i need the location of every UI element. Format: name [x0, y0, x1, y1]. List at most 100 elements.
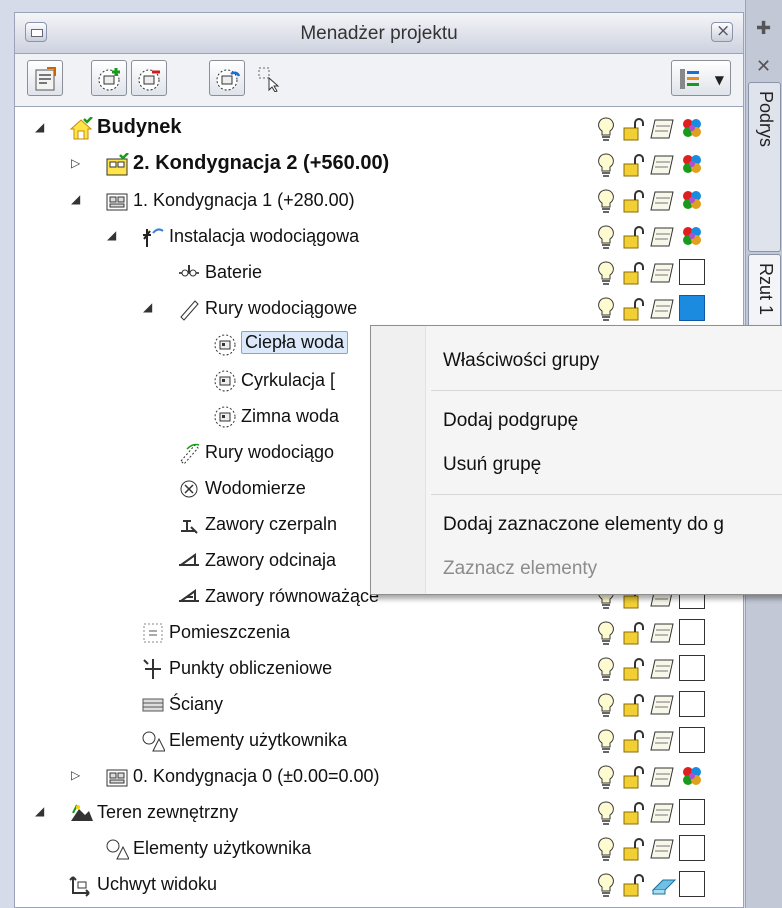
print-icon[interactable]: [649, 116, 677, 147]
color-swatch[interactable]: [679, 259, 705, 285]
collapse-arrow-icon[interactable]: ◢: [143, 300, 157, 314]
add-group-button[interactable]: [91, 60, 127, 96]
collapse-arrow-icon[interactable]: ◢: [71, 192, 85, 206]
tree-row[interactable]: ▷ 2. Kondygnacja 2 (+560.00): [15, 147, 743, 183]
print-icon[interactable]: [649, 152, 677, 183]
expand-arrow-icon[interactable]: ▷: [71, 156, 85, 170]
collapse-arrow-icon[interactable]: ◢: [35, 120, 49, 134]
lock-icon[interactable]: [621, 224, 647, 255]
color-swatch[interactable]: [679, 295, 705, 321]
tree-item-label[interactable]: 1. Kondygnacja 1 (+280.00): [133, 190, 355, 211]
color-swatch[interactable]: [679, 619, 705, 645]
lock-icon[interactable]: [621, 620, 647, 651]
tree-item-label[interactable]: Budynek: [97, 116, 181, 139]
visibility-bulb-icon[interactable]: [595, 188, 617, 219]
lock-icon[interactable]: [621, 800, 647, 831]
print-icon[interactable]: [649, 260, 677, 291]
tree-item-label[interactable]: Uchwyt widoku: [97, 874, 217, 895]
multicolor-icon[interactable]: [679, 115, 705, 141]
properties-button[interactable]: [27, 60, 63, 96]
multicolor-icon[interactable]: [679, 763, 705, 789]
tree-row[interactable]: Elementy użytkownika: [15, 831, 743, 867]
print-icon[interactable]: [649, 692, 677, 723]
visibility-bulb-icon[interactable]: [595, 836, 617, 867]
tree-item-label[interactable]: Rury wodociągowe: [205, 298, 357, 319]
print-icon[interactable]: [649, 620, 677, 651]
tree-row[interactable]: ◢ Rury wodociągowe: [15, 291, 743, 327]
print-icon[interactable]: [649, 800, 677, 831]
tree-row[interactable]: Uchwyt widoku: [15, 867, 743, 903]
lock-icon[interactable]: [621, 836, 647, 867]
print-icon[interactable]: [649, 656, 677, 687]
color-swatch[interactable]: [679, 835, 705, 861]
multicolor-icon[interactable]: [679, 187, 705, 213]
tree-row[interactable]: Punkty obliczeniowe: [15, 651, 743, 687]
tree-row[interactable]: ▷ 0. Kondygnacja 0 (±0.00=0.00): [15, 759, 743, 795]
visibility-bulb-icon[interactable]: [595, 152, 617, 183]
lock-icon[interactable]: [621, 260, 647, 291]
tree-item-label[interactable]: Zawory odcinaja: [205, 550, 336, 571]
lock-icon[interactable]: [621, 116, 647, 147]
lock-icon[interactable]: [621, 188, 647, 219]
tree-row[interactable]: Ściany: [15, 687, 743, 723]
lock-icon[interactable]: [621, 872, 647, 903]
color-swatch[interactable]: [679, 727, 705, 753]
close-icon[interactable]: [711, 21, 733, 42]
close-panel-icon[interactable]: ✕: [756, 56, 771, 77]
visibility-bulb-icon[interactable]: [595, 116, 617, 147]
tree-row[interactable]: Baterie: [15, 255, 743, 291]
tree-item-label[interactable]: Zawory czerpaln: [205, 514, 337, 535]
visibility-bulb-icon[interactable]: [595, 800, 617, 831]
tab-podrys[interactable]: Podrys: [748, 82, 781, 252]
lock-icon[interactable]: [621, 764, 647, 795]
visibility-bulb-icon[interactable]: [595, 872, 617, 903]
print-icon[interactable]: [649, 836, 677, 867]
visibility-bulb-icon[interactable]: [595, 728, 617, 759]
collapse-arrow-icon[interactable]: ◢: [107, 228, 121, 242]
tree-row[interactable]: ◢ Budynek: [15, 111, 743, 147]
tree-item-label[interactable]: Wodomierze: [205, 478, 306, 499]
lock-icon[interactable]: [621, 692, 647, 723]
multicolor-icon[interactable]: [679, 223, 705, 249]
tree-item-label[interactable]: Punkty obliczeniowe: [169, 658, 332, 679]
visibility-bulb-icon[interactable]: [595, 296, 617, 327]
visibility-bulb-icon[interactable]: [595, 260, 617, 291]
color-swatch[interactable]: [679, 799, 705, 825]
visibility-bulb-icon[interactable]: [595, 692, 617, 723]
eraser-icon[interactable]: [649, 872, 677, 903]
visibility-bulb-icon[interactable]: [595, 656, 617, 687]
lock-icon[interactable]: [621, 152, 647, 183]
view-options-dropdown[interactable]: ▼: [671, 60, 731, 96]
tree-item-label[interactable]: Pomieszczenia: [169, 622, 290, 643]
menu-item-add-subgroup[interactable]: Dodaj podgrupę: [443, 410, 578, 432]
color-swatch[interactable]: [679, 655, 705, 681]
color-swatch[interactable]: [679, 871, 705, 897]
lock-icon[interactable]: [621, 656, 647, 687]
menu-item-add-selected[interactable]: Dodaj zaznaczone elementy do g: [443, 514, 724, 536]
tree-item-label[interactable]: Instalacja wodociągowa: [169, 226, 359, 247]
visibility-bulb-icon[interactable]: [595, 764, 617, 795]
tree-row[interactable]: ◢ Teren zewnętrzny: [15, 795, 743, 831]
tree-item-label[interactable]: Cyrkulacja [: [241, 370, 335, 391]
print-icon[interactable]: [649, 224, 677, 255]
expand-arrow-icon[interactable]: ▷: [71, 768, 85, 782]
lock-icon[interactable]: [621, 728, 647, 759]
title-bar[interactable]: Menadżer projektu: [14, 12, 744, 54]
tree-row[interactable]: ◢ 1. Kondygnacja 1 (+280.00): [15, 183, 743, 219]
tree-item-label[interactable]: Teren zewnętrzny: [97, 802, 238, 823]
select-elements-button[interactable]: [251, 60, 287, 96]
visibility-bulb-icon[interactable]: [595, 224, 617, 255]
tree-item-label[interactable]: Rury wodociągo: [205, 442, 334, 463]
tree-item-label[interactable]: Ściany: [169, 694, 223, 715]
tree-item-label[interactable]: Elementy użytkownika: [169, 730, 347, 751]
tree-row[interactable]: Elementy użytkownika: [15, 723, 743, 759]
tree-item-label[interactable]: 0. Kondygnacja 0 (±0.00=0.00): [133, 766, 380, 787]
print-icon[interactable]: [649, 764, 677, 795]
tree-item-label[interactable]: Zimna woda: [241, 406, 339, 427]
menu-item-group-properties[interactable]: Właściwości grupy: [443, 350, 599, 372]
tree-item-label[interactable]: Elementy użytkownika: [133, 838, 311, 859]
refresh-group-button[interactable]: [209, 60, 245, 96]
print-icon[interactable]: [649, 188, 677, 219]
tree-item-label[interactable]: Ciepła woda: [241, 331, 349, 354]
tree-item-label[interactable]: Baterie: [205, 262, 262, 283]
